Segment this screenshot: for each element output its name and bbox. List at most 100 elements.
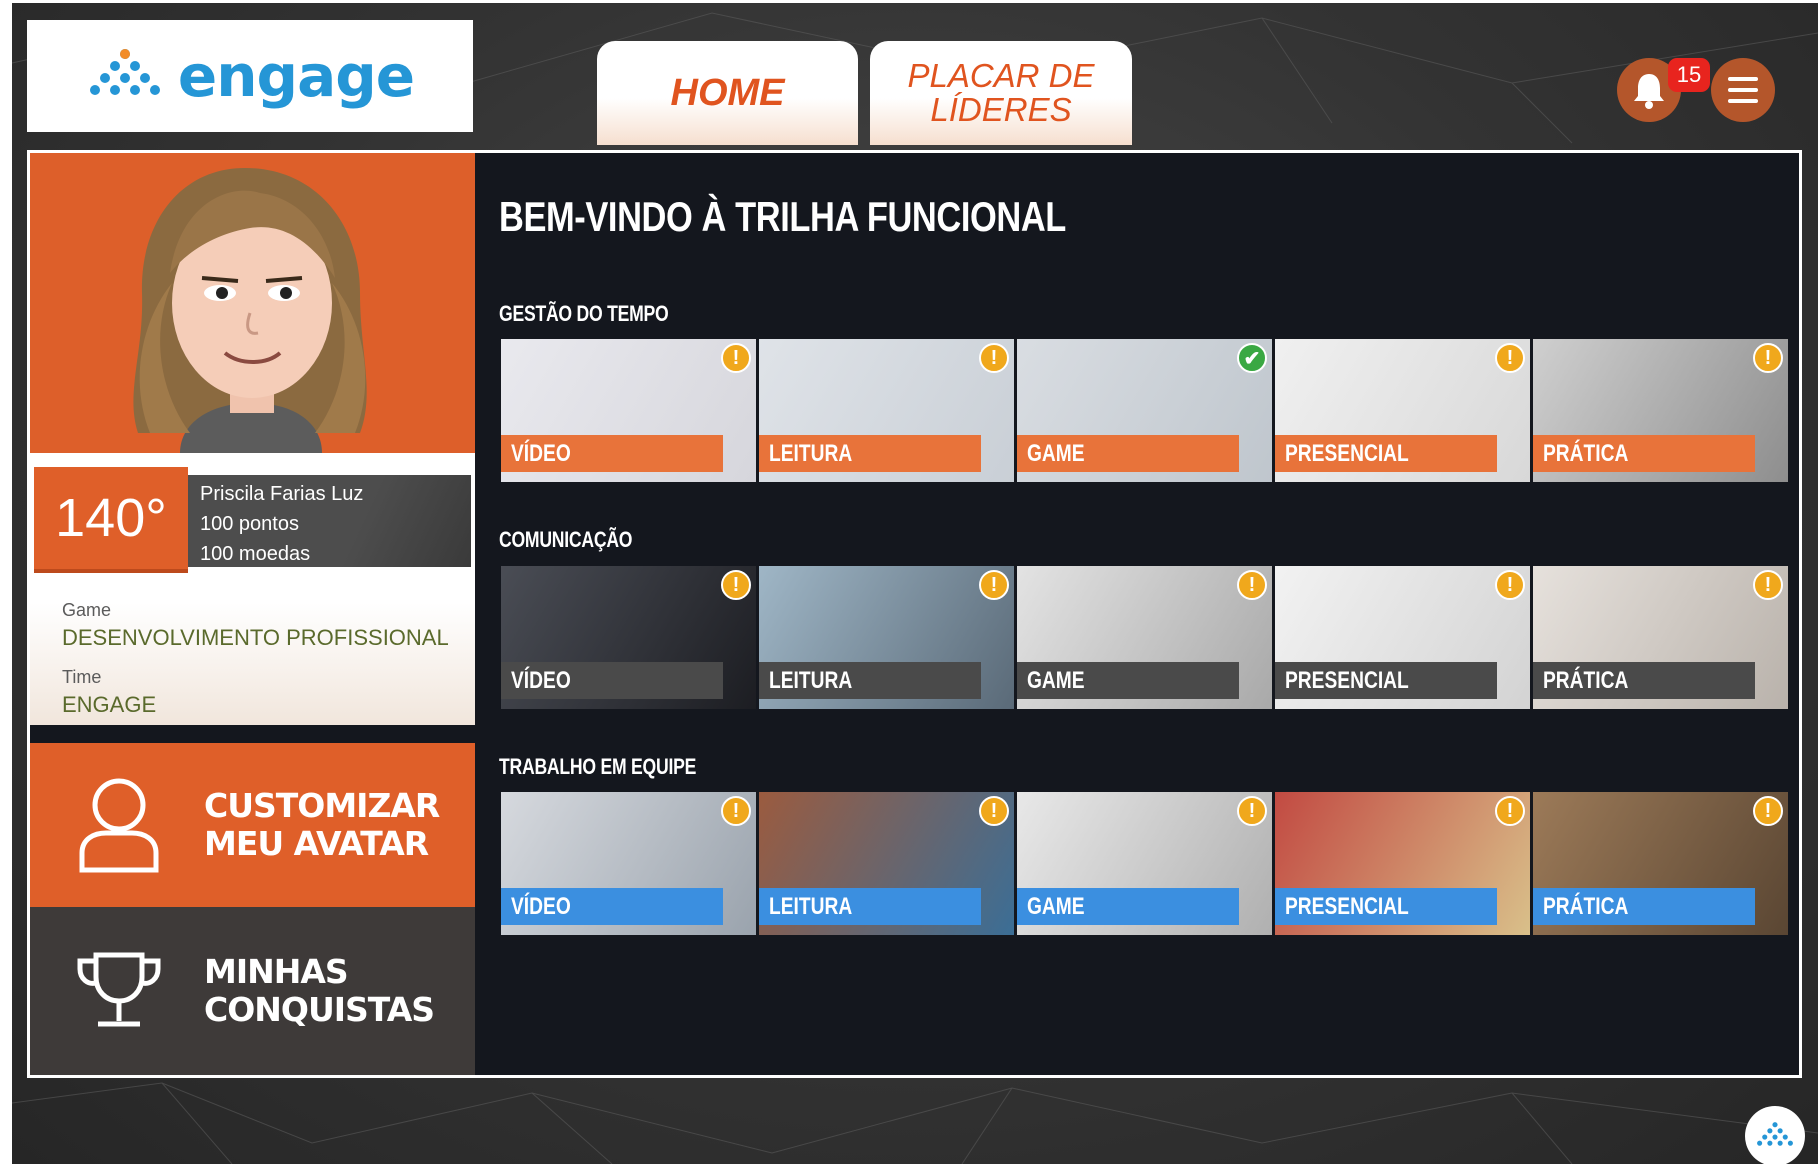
tab-leaderboard[interactable]: PLACAR DE LÍDERES (870, 41, 1132, 145)
activity-type-label: PRÁTICA (1533, 662, 1755, 699)
section-title: COMUNICAÇÃO (499, 527, 633, 552)
activity-card[interactable]: PRESENCIAL! (1275, 339, 1530, 482)
activity-type-text: LEITURA (769, 893, 853, 920)
ranking-position: 140° (34, 467, 188, 573)
activity-type-label: VÍDEO (501, 888, 723, 925)
engage-corner-logo[interactable] (1745, 1106, 1805, 1164)
trophy-icon (77, 952, 161, 1027)
activity-type-label: GAME (1017, 888, 1239, 925)
activity-type-label: VÍDEO (501, 435, 723, 472)
notification-count-badge: 15 (1668, 58, 1710, 92)
activity-type-label: PRESENCIAL (1275, 888, 1497, 925)
activity-type-text: LEITURA (769, 440, 853, 467)
avatar[interactable] (30, 153, 475, 453)
exclamation-icon: ! (1753, 570, 1783, 600)
exclamation-icon: ! (721, 570, 751, 600)
activity-card[interactable]: GAME! (1017, 792, 1272, 935)
menu-line (1728, 88, 1758, 92)
activity-type-label: LEITURA (759, 888, 981, 925)
exclamation-icon: ! (1495, 570, 1525, 600)
activity-type-text: PRESENCIAL (1285, 440, 1409, 467)
exclamation-icon: ! (979, 796, 1009, 826)
activity-type-text: PRESENCIAL (1285, 667, 1409, 694)
activity-card[interactable]: PRÁTICA! (1533, 566, 1788, 709)
avatar-area (30, 153, 475, 453)
activity-type-text: PRÁTICA (1543, 893, 1629, 920)
activity-card[interactable]: GAME ✔ (1017, 339, 1272, 482)
activity-type-text: VÍDEO (511, 893, 571, 920)
brand-name: engage (177, 42, 415, 110)
check-icon: ✔ (1237, 343, 1267, 373)
trail-content: BEM-VINDO À TRILHA FUNCIONAL GESTÃO DO T… (475, 153, 1799, 1075)
activity-type-text: PRÁTICA (1543, 440, 1629, 467)
team-label: Time (62, 667, 102, 687)
activity-type-text: PRESENCIAL (1285, 893, 1409, 920)
engage-logo-icon (89, 49, 160, 95)
activity-card[interactable]: VÍDEO! (501, 566, 756, 709)
exclamation-icon: ! (979, 343, 1009, 373)
menu-line (1728, 99, 1758, 103)
exclamation-icon: ! (721, 796, 751, 826)
exclamation-icon: ! (1753, 796, 1783, 826)
user-icon (79, 778, 159, 873)
main-frame: 140° Priscila Farias Luz 100 pontos 100 … (27, 150, 1802, 1078)
customize-avatar-label: CUSTOMIZAR MEU AVATAR (204, 786, 440, 863)
activity-type-text: VÍDEO (511, 440, 571, 467)
customize-avatar-button[interactable]: CUSTOMIZAR MEU AVATAR (30, 743, 475, 907)
activity-card[interactable]: PRESENCIAL! (1275, 566, 1530, 709)
card-row: VÍDEO! LEITURA! GAME ✔ PRESENCIAL! PRÁTICA! (501, 339, 1788, 482)
profile-sidebar: 140° Priscila Farias Luz 100 pontos 100 … (30, 153, 475, 1075)
game-value: DESENVOLVIMENTO PROFISSIONAL (62, 625, 449, 650)
activity-type-label: LEITURA (759, 435, 981, 472)
bell-icon (1634, 74, 1664, 109)
activity-type-label: PRÁTICA (1533, 435, 1755, 472)
user-points: 100 pontos (200, 513, 299, 535)
activity-card[interactable]: LEITURA! (759, 792, 1014, 935)
activity-type-label: VÍDEO (501, 662, 723, 699)
exclamation-icon: ! (721, 343, 751, 373)
user-name: Priscila Farias Luz (200, 483, 364, 505)
tab-home[interactable]: HOME (597, 41, 858, 145)
game-label: Game (62, 600, 112, 620)
activity-type-text: VÍDEO (511, 667, 571, 694)
exclamation-icon: ! (979, 570, 1009, 600)
card-row: VÍDEO! LEITURA! GAME! PRESENCIAL! PRÁTICA! (501, 566, 1788, 709)
brand-logo[interactable]: engage (27, 20, 473, 132)
activity-type-text: GAME (1027, 440, 1085, 467)
activity-type-label: PRESENCIAL (1275, 435, 1497, 472)
my-achievements-button[interactable]: MINHAS CONQUISTAS (30, 907, 475, 1075)
activity-type-text: PRÁTICA (1543, 667, 1629, 694)
activity-type-label: LEITURA (759, 662, 981, 699)
activity-card[interactable]: PRESENCIAL! (1275, 792, 1530, 935)
activity-card[interactable]: LEITURA! (759, 339, 1014, 482)
engage-logo-icon (1757, 1122, 1793, 1146)
activity-card[interactable]: GAME! (1017, 566, 1272, 709)
activity-type-text: LEITURA (769, 667, 853, 694)
activity-card[interactable]: PRÁTICA! (1533, 339, 1788, 482)
section-title: TRABALHO EM EQUIPE (499, 754, 697, 779)
team-value: ENGAGE (62, 692, 157, 717)
activity-type-label: PRÁTICA (1533, 888, 1755, 925)
user-info: Priscila Farias Luz 100 pontos 100 moeda… (188, 475, 471, 567)
activity-type-label: GAME (1017, 435, 1239, 472)
section-title: GESTÃO DO TEMPO (499, 301, 669, 326)
card-row: VÍDEO! LEITURA! GAME! PRESENCIAL! PRÁTICA! (501, 792, 1788, 935)
exclamation-icon: ! (1237, 796, 1267, 826)
activity-type-label: GAME (1017, 662, 1239, 699)
my-achievements-label: MINHAS CONQUISTAS (204, 952, 435, 1029)
activity-card[interactable]: VÍDEO! (501, 792, 756, 935)
exclamation-icon: ! (1495, 796, 1525, 826)
exclamation-icon: ! (1753, 343, 1783, 373)
menu-line (1728, 77, 1758, 81)
activity-type-label: PRESENCIAL (1275, 662, 1497, 699)
page-title: BEM-VINDO À TRILHA FUNCIONAL (499, 193, 1066, 240)
activity-type-text: GAME (1027, 667, 1085, 694)
user-coins: 100 moedas (200, 543, 311, 565)
activity-type-text: GAME (1027, 893, 1085, 920)
hamburger-menu-button[interactable] (1711, 58, 1775, 122)
tab-leaderboard-label: PLACAR DE LÍDERES (907, 57, 1095, 128)
activity-card[interactable]: PRÁTICA! (1533, 792, 1788, 935)
exclamation-icon: ! (1495, 343, 1525, 373)
activity-card[interactable]: VÍDEO! (501, 339, 756, 482)
activity-card[interactable]: LEITURA! (759, 566, 1014, 709)
